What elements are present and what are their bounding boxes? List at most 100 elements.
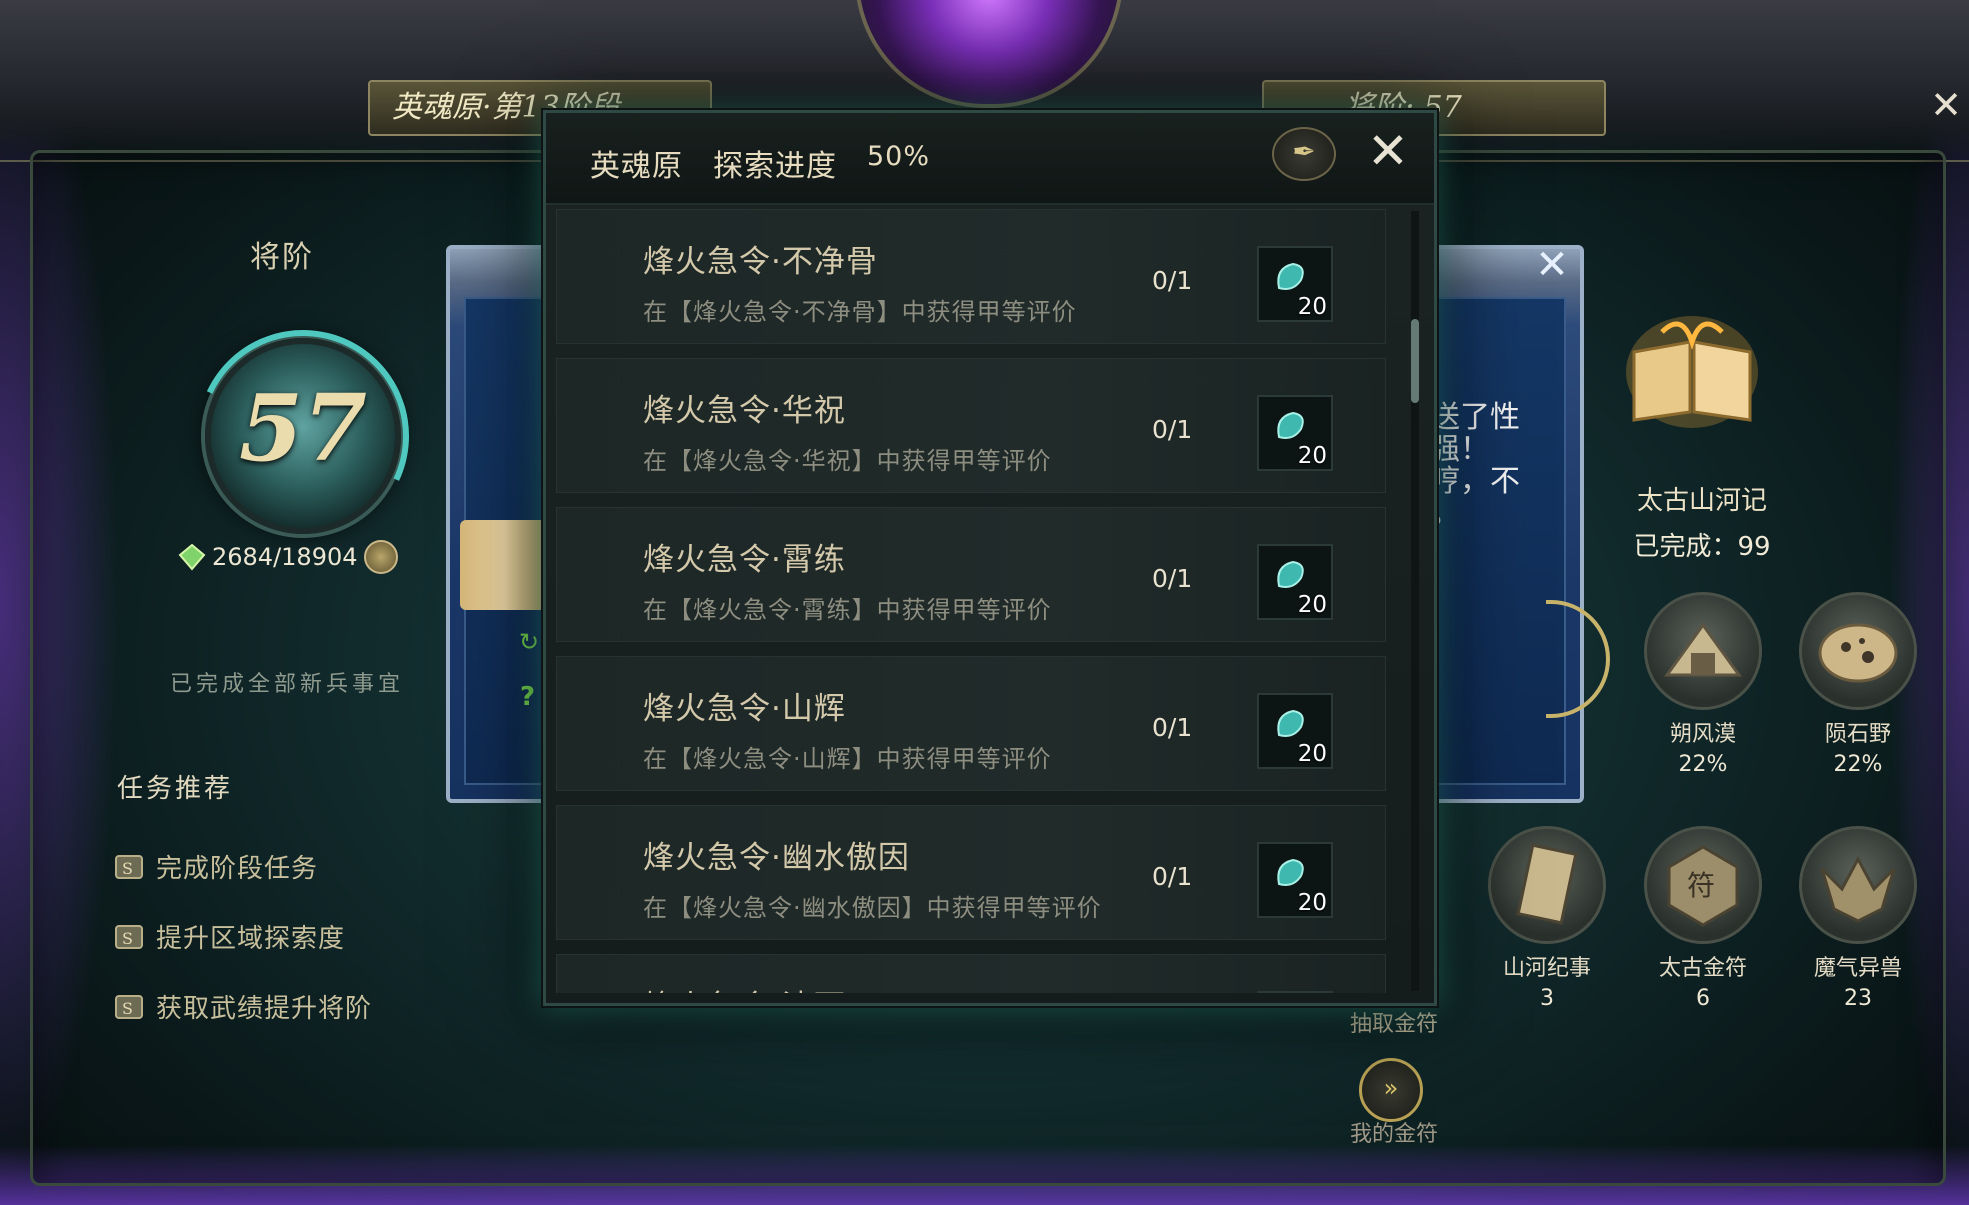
- task-row: 烽火急令·霄练 在【烽火急令·霄练】中获得甲等评价 0/1 20: [556, 507, 1386, 642]
- progress-value: 50%: [867, 141, 931, 172]
- scroll-icon: S: [115, 994, 143, 1019]
- task-row: 烽火急令·山辉 在【烽火急令·山辉】中获得甲等评价 0/1 20: [556, 656, 1386, 791]
- recommend-item-label: 完成阶段任务: [156, 854, 319, 884]
- demon-beast-icon: [1799, 826, 1917, 944]
- collection-count: 23: [1844, 986, 1872, 1011]
- scroll-icon: S: [115, 854, 143, 879]
- recommend-item-label: 提升区域探索度: [156, 924, 346, 954]
- reward-slot[interactable]: 20: [1257, 395, 1333, 471]
- rank-badge: 57: [167, 300, 439, 572]
- draw-talisman-label[interactable]: 抽取金符: [1350, 1006, 1438, 1038]
- area-name: 英魂原: [590, 149, 683, 184]
- task-name: 烽火急令·山辉: [643, 691, 846, 727]
- task-desc: 在【烽火急令·幽水傲因】中获得甲等评价: [643, 894, 1102, 922]
- task-progress: 0/1: [1152, 564, 1193, 593]
- reward-count: 20: [1297, 592, 1327, 618]
- region-name: 朔风漠: [1669, 722, 1736, 747]
- svg-text:S: S: [122, 999, 134, 1018]
- newbie-status: 已完成全部新兵事宜: [170, 672, 405, 697]
- book-title: 太古山河记: [1636, 486, 1767, 516]
- reward-slot[interactable]: 20: [1257, 544, 1333, 620]
- dialog-text-line: 强！: [1430, 432, 1490, 467]
- reward-count: 20: [1297, 890, 1327, 916]
- collection-count: 6: [1696, 986, 1710, 1011]
- exploration-progress-dialog: 英魂原 探索进度 50% ✒ ✕ 烽火急令·不净骨 在【烽火急令·不净骨】中获得…: [543, 110, 1437, 1006]
- reward-count: 20: [1297, 443, 1327, 469]
- task-row: 烽火急令·幽水傲因 在【烽火急令·幽水傲因】中获得甲等评价 0/1 20: [556, 805, 1386, 940]
- svg-text:S: S: [122, 929, 134, 948]
- region-name: 陨石野: [1824, 722, 1891, 747]
- collection-name: 魔气异兽: [1813, 956, 1902, 981]
- rank-value: 57: [238, 374, 368, 482]
- progress-label: 探索进度: [713, 149, 837, 184]
- dialog-text-line: 。: [1430, 496, 1460, 531]
- task-name: 烽火急令·不净骨: [643, 244, 878, 280]
- reward-slot[interactable]: [1257, 991, 1333, 993]
- reward-count: 20: [1297, 741, 1327, 767]
- reward-count: 20: [1297, 294, 1327, 320]
- recommend-item[interactable]: S 获取武绩提升将阶: [112, 988, 372, 1025]
- task-desc: 在【烽火急令·不净骨】中获得甲等评价: [643, 298, 1077, 326]
- task-desc: 在【烽火急令·华祝】中获得甲等评价: [643, 447, 1052, 475]
- collection-shanhe-jishi[interactable]: 山河纪事 3: [1472, 826, 1622, 1011]
- dialog-close-icon[interactable]: ✕: [1364, 126, 1412, 176]
- refresh-icon[interactable]: ↻: [519, 628, 539, 656]
- svg-text:S: S: [122, 859, 134, 878]
- region-shuofengmo[interactable]: 朔风漠 22%: [1628, 592, 1778, 777]
- quill-icon[interactable]: ✒: [1272, 127, 1336, 181]
- collection-moqi-yishou[interactable]: 魔气异兽 23: [1783, 826, 1933, 1011]
- scroll-decoration: [460, 520, 550, 610]
- jade-gem-icon: [1277, 709, 1304, 737]
- task-row: 烽火急令·华祝 在【烽火急令·华祝】中获得甲等评价 0/1 20: [556, 358, 1386, 493]
- task-progress: 0/1: [1152, 862, 1193, 891]
- task-name: 烽火急令·清雨: [643, 981, 846, 993]
- exp-text: 2684/18904: [212, 543, 358, 571]
- task-progress: 0/1: [1152, 266, 1193, 295]
- region-yunshiye[interactable]: 陨石野 22%: [1783, 592, 1933, 777]
- tent-icon: [1644, 592, 1762, 710]
- collection-name: 山河纪事: [1502, 956, 1591, 981]
- task-desc: 在【烽火急令·山辉】中获得甲等评价: [643, 745, 1052, 773]
- reward-slot[interactable]: 20: [1257, 246, 1333, 322]
- scroll-icon: S: [115, 924, 143, 949]
- exp-coin-icon[interactable]: [363, 540, 398, 574]
- dialog-text-line: 送了性: [1430, 400, 1520, 435]
- region-progress: 22%: [1833, 752, 1883, 777]
- background-dialog-text: 送了性 强！ 哼，不 。: [1430, 402, 1520, 530]
- task-name: 烽火急令·霄练: [643, 542, 846, 578]
- task-list[interactable]: 烽火急令·不净骨 在【烽火急令·不净骨】中获得甲等评价 0/1 20 烽火急令·…: [556, 209, 1386, 993]
- my-talisman-label: 我的金符: [1350, 1122, 1439, 1147]
- help-icon[interactable]: ?: [520, 682, 535, 712]
- task-progress: 0/1: [1152, 713, 1193, 742]
- task-desc: 在【烽火急令·霄练】中获得甲等评价: [643, 596, 1052, 624]
- jade-gem-icon: [1277, 411, 1304, 439]
- task-name: 烽火急令·幽水傲因: [643, 840, 910, 876]
- collection-taigu-jinfu[interactable]: 符 太古金符 6: [1628, 826, 1778, 1011]
- task-row: 烽火急令·不净骨 在【烽火急令·不净骨】中获得甲等评价 0/1 20: [556, 209, 1386, 344]
- dialog-header: 英魂原 探索进度 50% ✒ ✕: [546, 113, 1434, 205]
- recommend-item[interactable]: S 提升区域探索度: [112, 918, 345, 955]
- background-dialog-close-icon[interactable]: ✕: [1534, 245, 1570, 285]
- dialog-text-line: 哼，不: [1430, 464, 1520, 499]
- task-list-scrollbar[interactable]: [1411, 211, 1419, 991]
- recommend-title: 任务推荐: [117, 774, 234, 804]
- scrollbar-thumb[interactable]: [1411, 319, 1419, 403]
- collection-name: 太古金符: [1658, 956, 1747, 981]
- task-name: 烽火急令·华祝: [643, 393, 846, 429]
- main-close-icon[interactable]: ✕: [1928, 86, 1964, 124]
- task-progress: 0/1: [1152, 415, 1193, 444]
- book-completed: 已完成：99: [1633, 532, 1771, 562]
- reward-slot[interactable]: 20: [1257, 693, 1333, 769]
- rank-title: 将阶: [250, 240, 314, 275]
- recommend-item[interactable]: S 完成阶段任务: [112, 848, 318, 885]
- chronicle-book-icon: [1488, 826, 1606, 944]
- jade-gem-icon: [1277, 262, 1304, 290]
- dialog-title: 英魂原 探索进度 50%: [590, 141, 930, 185]
- svg-text:符: 符: [1687, 869, 1715, 902]
- my-talisman-button[interactable]: »: [1359, 1058, 1423, 1122]
- ancient-book-icon[interactable]: [1622, 312, 1762, 432]
- reward-slot[interactable]: 20: [1257, 842, 1333, 918]
- exp-gem-icon: [178, 543, 206, 571]
- golden-talisman-icon: 符: [1644, 826, 1762, 944]
- meteorite-icon: [1799, 592, 1917, 710]
